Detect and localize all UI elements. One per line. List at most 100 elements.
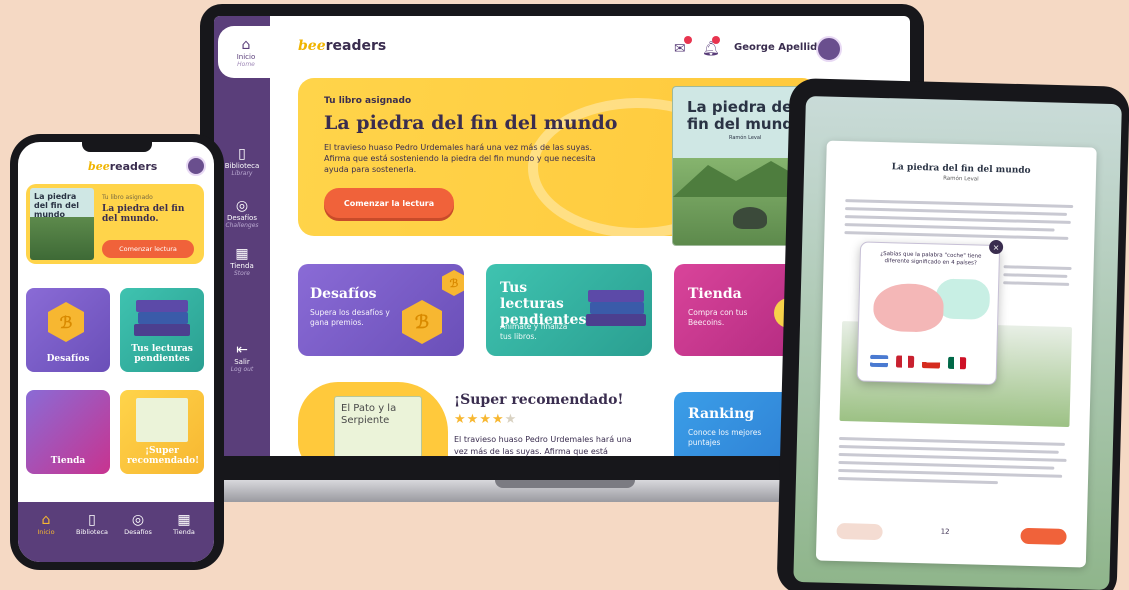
brand-logo[interactable]: beereaders [88,160,157,173]
speech-bubble [935,278,991,320]
hero-description: El travieso huaso Pedro Urdemales hará u… [324,143,596,174]
nav-item-store[interactable]: ▦ Tienda [162,512,206,536]
text-line [838,468,1063,478]
vocabulary-popup: × ¿Sabías que la palabra "coche" tiene d… [856,239,1004,386]
sidebar-item-sublabel: Home [237,60,255,68]
text-line [838,452,1067,462]
tablet-screen: La piedra del fin del mundo Ramón Leval … [793,96,1122,590]
card-title: Tienda [688,286,742,302]
pig-illustration [872,282,945,333]
text-line [844,215,1071,224]
logout-icon: ⇤ [236,342,248,358]
star-icon: ★ [479,412,492,427]
text-line [838,444,1059,454]
avatar[interactable] [816,36,842,62]
flag-mexico-icon[interactable] [947,356,967,370]
text-line [838,460,1055,470]
flag-peru-icon[interactable] [895,355,915,368]
tile-label: Desafíos [46,354,90,364]
books-stack-icon [586,288,646,338]
bottom-nav: ⌂ Inicio ▯ Biblioteca ◎ Desafíos ▦ Tiend… [18,502,214,562]
beecoin-icon: ℬ [402,300,442,344]
nav-item-label: Tienda [173,528,195,536]
card-title: Tus lecturas pendientes [500,280,587,328]
nav-item-library[interactable]: ▯ Biblioteca [70,512,114,536]
laptop-trackpad-notch [495,480,635,488]
star-icon: ★ [491,412,505,427]
library-icon: ▯ [238,146,246,162]
text-line [1003,265,1072,271]
hero-title: La piedra del fin del mundo [324,112,618,134]
card-title: Ranking [688,406,755,422]
sidebar-item-label: Inicio [236,52,256,61]
phone-screen: beereaders La piedra del fin del mundo T… [18,142,214,562]
home-icon: ⌂ [41,512,51,528]
pending-readings-card[interactable]: Tus lecturas pendientes Anímate y finali… [486,264,652,356]
nav-item-label: Biblioteca [75,528,109,536]
avatar[interactable] [186,156,206,176]
rating-stars: ★★★★★ [454,412,517,427]
mail-icon: ✉ [674,41,686,57]
text-line [839,436,1066,446]
sidebar-item-sublabel: Store [234,270,250,277]
hero-title: La piedra del fin del mundo. [102,204,185,224]
start-reading-button[interactable]: Comenzar la lectura [324,188,454,218]
star-icon: ★ [466,412,480,427]
sidebar-item-label: Biblioteca [224,162,260,170]
recommended-title: ¡Super recomendado! [454,392,624,408]
recommended-book-cover[interactable]: El Pato y la Serpiente [334,396,422,456]
hero-kicker: Tu libro asignado [102,194,153,201]
nav-item-label: Desafíos [124,528,152,536]
brand-logo-text: readers [109,160,158,173]
flag-chile-icon[interactable] [921,356,941,369]
previous-page-button[interactable] [836,522,883,541]
close-icon[interactable]: × [988,239,1004,255]
pending-readings-tile[interactable]: Tus lecturas pendientes [120,288,204,372]
text-line [845,199,1074,209]
store-tile[interactable]: Tienda [26,390,110,474]
next-page-button[interactable] [1020,527,1067,545]
sidebar-item-home[interactable]: ⌂ Inicio Home [218,26,274,78]
recommended-tile[interactable]: ¡Super recomendado! [120,390,204,474]
card-description: Anímate y finaliza tus libros. [500,322,568,341]
sidebar-item-sublabel: Library [231,170,253,177]
card-title: Desafíos [310,286,377,302]
books-stack-icon [134,298,190,348]
text-line [1003,281,1070,286]
challenges-card[interactable]: Desafíos Supera los desafíos y gana prem… [298,264,464,356]
star-icon: ★ [454,412,467,427]
assigned-book-banner: La piedra del fin del mundo Tu libro asi… [26,184,204,264]
notification-dot [712,36,720,44]
store-icon: ▦ [177,512,191,528]
phone-notch [82,142,152,152]
store-icon: ▦ [235,246,249,262]
book-cover[interactable]: La piedra del fin del mundo [30,188,94,260]
hero-kicker: Tu libro asignado [324,96,412,106]
recommended-book-title: El Pato y la Serpiente [341,403,397,426]
user-name[interactable]: George Apellido [734,42,824,53]
text-line [1003,273,1068,278]
cover-title: La piedra del fin del mundo [34,192,79,219]
start-reading-button[interactable]: Comenzar lectura [102,240,194,258]
notifications-button[interactable]: 🔔︎ [702,36,720,57]
popup-question: ¿Sabías que la palabra "coche" tiene dif… [880,250,982,267]
sidebar-item-label: Desafíos [227,214,257,222]
cover-rock [733,207,767,229]
reader-page: La piedra del fin del mundo Ramón Leval … [815,140,1097,568]
brand-logo-text: readers [325,38,387,54]
nav-item-challenges[interactable]: ◎ Desafíos [116,512,160,536]
text-line [844,231,1069,240]
messages-button[interactable]: ✉ [674,36,692,57]
challenges-tile[interactable]: ℬ Desafíos [26,288,110,372]
notification-dot [684,36,692,44]
beecoin-icon: ℬ [442,270,464,296]
library-icon: ▯ [88,512,96,528]
challenges-icon: ◎ [235,198,249,214]
text-line [845,207,1068,216]
home-icon: ⌂ [241,36,251,53]
brand-logo[interactable]: beereaders [298,38,386,54]
flag-guatemala-icon[interactable] [869,354,889,368]
brand-logo-bee: bee [88,160,110,173]
page-number: 12 [940,527,950,536]
nav-item-home[interactable]: ⌂ Inicio [24,512,68,536]
